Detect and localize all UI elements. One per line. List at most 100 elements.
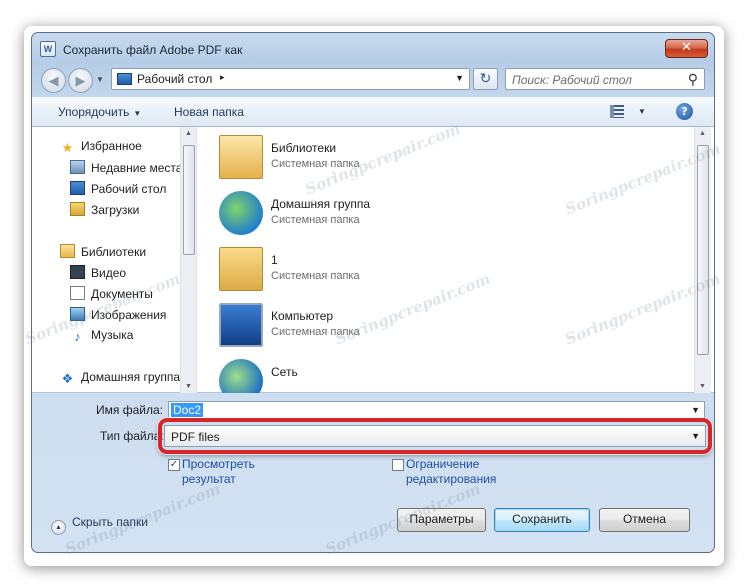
list-item[interactable]: Домашняя группа Системная папка bbox=[215, 187, 675, 239]
restrict-edit-label-line2: редактирования bbox=[406, 472, 497, 486]
filename-label: Имя файла: bbox=[96, 403, 163, 417]
chevron-down-icon[interactable]: ▼ bbox=[691, 405, 700, 415]
nav-item-homegroup[interactable]: ❖ Домашняя группа bbox=[60, 370, 180, 388]
libraries-folder-icon bbox=[219, 135, 263, 179]
restrict-edit-label-line1: Ограничение bbox=[406, 457, 480, 471]
help-icon[interactable]: ? bbox=[676, 103, 693, 120]
nav-item-libraries[interactable]: Библиотеки bbox=[60, 244, 146, 262]
music-icon: ♪ bbox=[74, 329, 81, 344]
list-item[interactable]: Библиотеки Системная папка bbox=[215, 131, 675, 183]
close-button[interactable]: ✕ bbox=[665, 39, 708, 58]
breadcrumb-arrow-icon[interactable]: ▸ bbox=[220, 72, 225, 83]
nav-item-downloads[interactable]: Загрузки bbox=[70, 202, 139, 220]
search-input[interactable]: Поиск: Рабочий стол bbox=[512, 73, 632, 87]
nav-item-desktop[interactable]: Рабочий стол bbox=[70, 181, 166, 199]
scroll-down-icon[interactable]: ▼ bbox=[699, 383, 706, 390]
desktop-icon bbox=[117, 73, 132, 85]
restrict-edit-checkbox[interactable] bbox=[392, 459, 404, 471]
nav-pane-scrollbar[interactable]: ▲ ▼ bbox=[180, 127, 197, 393]
forward-button[interactable]: ▶ bbox=[68, 68, 93, 93]
nav-item-images[interactable]: Изображения bbox=[70, 307, 166, 325]
nav-item-label: Изображения bbox=[91, 308, 167, 322]
nav-item-label: Рабочий стол bbox=[91, 182, 167, 196]
libraries-icon bbox=[60, 244, 75, 258]
command-bar: Упорядочить ▼ Новая папка ▼ ? bbox=[32, 97, 714, 127]
recent-pages-dropdown[interactable]: ▼ bbox=[96, 75, 104, 84]
word-app-icon: W bbox=[40, 41, 56, 57]
recent-places-icon bbox=[70, 160, 85, 174]
filename-input[interactable]: Doc2 bbox=[171, 403, 204, 417]
view-result-checkbox[interactable]: ✓ bbox=[168, 459, 180, 471]
list-item[interactable]: 1 Системная папка bbox=[215, 243, 675, 295]
organize-caret-icon: ▼ bbox=[133, 109, 142, 118]
item-name: Библиотеки bbox=[271, 141, 337, 155]
address-location[interactable]: Рабочий стол bbox=[137, 72, 212, 86]
scroll-thumb[interactable] bbox=[697, 145, 709, 355]
restrict-edit-label[interactable]: Ограничение редактирования bbox=[406, 457, 496, 487]
chevron-down-icon: ▼ bbox=[96, 75, 104, 84]
item-type: Системная папка bbox=[271, 214, 360, 226]
address-bar[interactable]: Рабочий стол ▸ ▼ bbox=[111, 68, 470, 90]
user-folder-icon bbox=[219, 247, 263, 291]
organize-button[interactable]: Упорядочить ▼ bbox=[58, 105, 141, 119]
close-icon: ✕ bbox=[681, 40, 692, 55]
search-box[interactable]: Поиск: Рабочий стол ⚲ bbox=[505, 68, 705, 90]
scroll-up-icon[interactable]: ▲ bbox=[699, 130, 706, 137]
hide-folders-button[interactable]: ▲ Скрыть папки bbox=[51, 515, 148, 535]
computer-icon bbox=[219, 303, 263, 347]
network-icon bbox=[219, 359, 263, 393]
save-dialog: W Сохранить файл Adobe PDF как ✕ ◀ ▶ ▼ Р… bbox=[31, 32, 715, 553]
nav-item-recent-places[interactable]: Недавние места bbox=[70, 160, 180, 178]
view-result-label[interactable]: Просмотреть результат bbox=[182, 457, 255, 487]
view-caret-icon[interactable]: ▼ bbox=[638, 107, 646, 116]
scroll-up-icon[interactable]: ▲ bbox=[185, 130, 192, 137]
nav-item-label: Видео bbox=[91, 266, 127, 280]
hide-folders-label: Скрыть папки bbox=[72, 515, 148, 529]
browser-area: ★ Избранное Недавние места Рабочий стол З… bbox=[32, 127, 714, 393]
documents-icon bbox=[70, 286, 85, 300]
new-folder-button[interactable]: Новая папка bbox=[174, 105, 244, 119]
list-item[interactable]: Компьютер Системная папка bbox=[215, 299, 675, 351]
nav-item-label: Музыка bbox=[91, 328, 134, 342]
cancel-button[interactable]: Отмена bbox=[599, 508, 690, 532]
file-list-scrollbar[interactable]: ▲ ▼ bbox=[694, 127, 711, 393]
navigation-pane: ★ Избранное Недавние места Рабочий стол З… bbox=[32, 127, 180, 393]
nav-item-documents[interactable]: Документы bbox=[70, 286, 153, 304]
view-options-icon[interactable] bbox=[610, 105, 624, 118]
scroll-down-icon[interactable]: ▼ bbox=[185, 383, 192, 390]
refresh-button[interactable]: ↻ bbox=[473, 68, 498, 90]
item-name: Компьютер bbox=[271, 309, 334, 323]
organize-label: Упорядочить bbox=[58, 105, 130, 119]
homegroup-icon: ❖ bbox=[61, 371, 74, 386]
refresh-icon: ↻ bbox=[479, 70, 492, 86]
forward-arrow-icon: ▶ bbox=[75, 73, 86, 88]
search-icon[interactable]: ⚲ bbox=[688, 71, 698, 88]
view-result-label-line2: результат bbox=[182, 472, 236, 486]
item-name: Сеть bbox=[271, 365, 298, 379]
item-type: Системная папка bbox=[271, 326, 360, 338]
save-button[interactable]: Сохранить bbox=[494, 508, 590, 532]
item-type: Системная папка bbox=[271, 158, 360, 170]
nav-item-music[interactable]: ♪ Музыка bbox=[70, 328, 133, 346]
file-list: Библиотеки Системная папка Домашняя груп… bbox=[197, 127, 692, 393]
item-name: 1 bbox=[271, 253, 278, 267]
desktop-icon bbox=[70, 181, 85, 195]
nav-item-label: Домашняя группа bbox=[81, 370, 180, 384]
images-icon bbox=[70, 307, 85, 321]
filename-field[interactable]: Doc2 ▼ bbox=[168, 401, 705, 419]
item-name: Домашняя группа bbox=[271, 197, 371, 211]
scroll-thumb[interactable] bbox=[183, 145, 195, 255]
star-icon: ★ bbox=[61, 140, 74, 155]
video-icon bbox=[70, 265, 85, 279]
nav-item-favorites[interactable]: ★ Избранное bbox=[60, 139, 142, 157]
list-item[interactable]: Сеть bbox=[215, 355, 675, 393]
nav-item-label: Избранное bbox=[81, 139, 142, 153]
nav-item-video[interactable]: Видео bbox=[70, 265, 126, 283]
back-button[interactable]: ◀ bbox=[41, 68, 66, 93]
parameters-button[interactable]: Параметры bbox=[397, 508, 486, 532]
nav-item-label: Библиотеки bbox=[81, 245, 147, 259]
item-type: Системная папка bbox=[271, 270, 360, 282]
checkmark-icon: ✓ bbox=[169, 459, 179, 470]
address-dropdown-icon[interactable]: ▼ bbox=[455, 73, 464, 83]
filetype-label: Тип файла: bbox=[100, 429, 164, 443]
